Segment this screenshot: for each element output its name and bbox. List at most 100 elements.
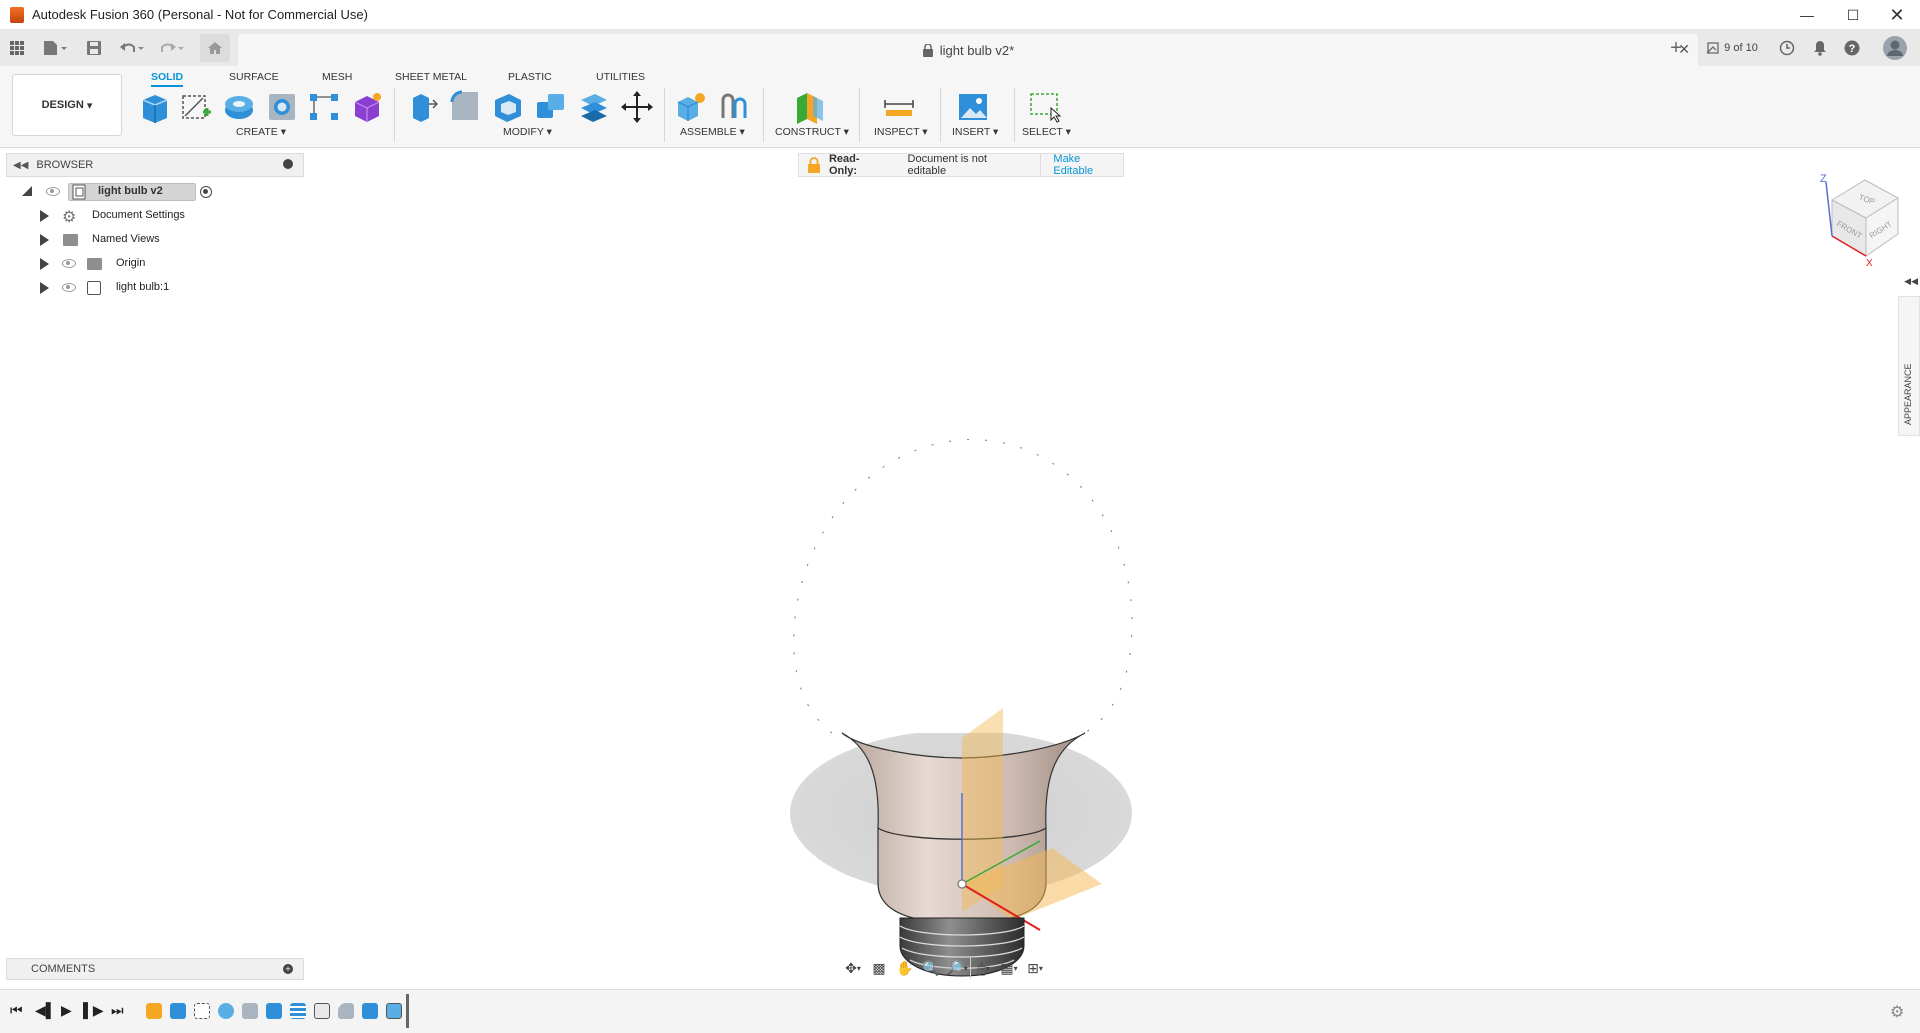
browser-item-document-settings[interactable]: ⚙ Document Settings (40, 205, 240, 227)
timeline-feature-extrude[interactable] (266, 1003, 282, 1019)
inspect-group-label[interactable]: INSPECT ▾ (874, 126, 928, 138)
ribbon-toolbar: DESIGN ▾ SOLID SURFACE MESH SHEET METAL … (0, 66, 1920, 148)
modify-group-label[interactable]: MODIFY ▾ (503, 126, 552, 138)
pan-hand-icon[interactable]: ✋ (892, 957, 918, 979)
revolve-tool-icon[interactable] (222, 90, 256, 124)
new-component-tool-icon[interactable] (674, 90, 708, 124)
collapse-browser-icon[interactable]: ◀◀ (13, 160, 28, 171)
browser-item-named-views[interactable]: Named Views (40, 229, 240, 251)
measure-tool-icon[interactable] (882, 90, 916, 124)
extrude-tool-icon[interactable] (137, 90, 171, 124)
timeline-settings-gear-icon[interactable]: ⚙ (1890, 1002, 1904, 1022)
help-icon[interactable]: ? (1842, 38, 1862, 58)
tab-utilities[interactable]: UTILITIES (596, 69, 645, 87)
minimize-button[interactable]: — (1784, 0, 1830, 30)
timeline-feature-split[interactable] (386, 1003, 402, 1019)
browser-panel-header[interactable]: ◀◀ BROWSER (6, 153, 304, 177)
redo-icon[interactable] (158, 38, 186, 58)
banner-divider (1040, 154, 1042, 176)
joint-tool-icon[interactable] (717, 90, 751, 124)
make-editable-link[interactable]: Make Editable (1053, 153, 1123, 177)
clock-icon[interactable] (1776, 38, 1798, 58)
activate-radio-icon[interactable] (200, 186, 212, 198)
new-tab-plus-icon[interactable]: + (1664, 36, 1688, 60)
add-comment-icon[interactable]: + (283, 964, 293, 974)
tab-plastic[interactable]: PLASTIC (508, 69, 552, 87)
file-menu-icon[interactable] (40, 38, 70, 58)
maximize-button[interactable]: ☐ (1830, 0, 1876, 30)
job-status-button[interactable]: 9 of 10 (1702, 38, 1762, 58)
rectangular-pattern-tool-icon[interactable] (307, 90, 341, 124)
browser-item-origin[interactable]: Origin (40, 253, 240, 275)
form-tool-icon[interactable] (350, 90, 384, 124)
combine-tool-icon[interactable] (534, 90, 568, 124)
press-pull-tool-icon[interactable] (405, 90, 439, 124)
grid-snaps-icon[interactable]: ▦ ▾ (996, 957, 1022, 979)
fit-zoom-icon[interactable]: 🔎 ▾ (944, 957, 970, 979)
tab-surface[interactable]: SURFACE (229, 69, 279, 87)
data-panel-grid-icon[interactable] (8, 38, 26, 58)
expand-triangle-icon[interactable] (40, 282, 49, 294)
timeline-marker[interactable] (406, 994, 409, 1028)
assemble-group-label[interactable]: ASSEMBLE ▾ (680, 126, 745, 138)
window-select-tool-icon[interactable] (1028, 90, 1062, 124)
visibility-eye-icon[interactable] (62, 283, 76, 292)
go-to-start-icon[interactable]: ⏮ (10, 1002, 23, 1019)
create-sketch-tool-icon[interactable] (179, 90, 213, 124)
browser-root-row[interactable]: light bulb v2 (20, 181, 212, 203)
user-avatar[interactable] (1882, 34, 1908, 62)
notifications-bell-icon[interactable] (1810, 38, 1830, 58)
visibility-eye-icon[interactable] (62, 259, 76, 268)
insert-canvas-tool-icon[interactable] (956, 90, 990, 124)
display-settings-icon[interactable]: 🖱 ▾ (970, 957, 996, 979)
home-icon[interactable] (200, 34, 230, 62)
timeline-feature-revolve[interactable] (218, 1003, 234, 1019)
viewports-icon[interactable]: ⊞ ▾ (1022, 957, 1048, 979)
timeline-feature-fillet[interactable] (338, 1003, 354, 1019)
timeline-feature-fillet[interactable] (242, 1003, 258, 1019)
go-to-end-icon[interactable]: ⏭ (111, 1002, 124, 1019)
expand-side-panel-icon[interactable]: ◀◀ (1904, 276, 1918, 287)
timeline-feature-coil[interactable] (290, 1003, 306, 1019)
hole-tool-icon[interactable] (265, 90, 299, 124)
shell-tool-icon[interactable] (491, 90, 525, 124)
timeline-feature-extrude[interactable] (362, 1003, 378, 1019)
select-group-label[interactable]: SELECT ▾ (1022, 126, 1071, 138)
orbit-icon[interactable]: ✥ ▾ (840, 957, 866, 979)
play-icon[interactable]: ▶ (61, 1002, 72, 1019)
timeline-feature-component[interactable] (146, 1003, 162, 1019)
timeline-feature-extrude[interactable] (170, 1003, 186, 1019)
timeline-feature-sketch[interactable] (194, 1003, 210, 1019)
browser-item-light-bulb-component[interactable]: light bulb:1 (40, 277, 240, 299)
insert-group-label[interactable]: INSERT ▾ (952, 126, 998, 138)
expanded-triangle-icon[interactable] (22, 186, 32, 196)
timeline-feature-shell[interactable] (314, 1003, 330, 1019)
tab-solid[interactable]: SOLID (151, 69, 184, 87)
save-icon[interactable] (84, 38, 104, 58)
close-window-button[interactable]: ✕ (1874, 0, 1920, 30)
comments-panel-header[interactable]: COMMENTS + (6, 958, 304, 980)
browser-pin-icon[interactable] (283, 159, 293, 169)
workspace-switcher[interactable]: DESIGN ▾ (12, 74, 122, 136)
fillet-tool-icon[interactable] (448, 90, 482, 124)
document-tab[interactable]: light bulb v2* ✕ (238, 34, 1698, 66)
step-forward-icon[interactable]: ▌▶ (83, 1002, 104, 1019)
undo-icon[interactable] (118, 38, 146, 58)
visibility-eye-icon[interactable] (46, 187, 60, 196)
tab-sheet-metal[interactable]: SHEET METAL (395, 69, 467, 87)
zoom-icon[interactable]: 🔍 (918, 957, 944, 979)
look-at-icon[interactable]: ▩ (866, 957, 892, 979)
move-copy-tool-icon[interactable] (620, 90, 654, 124)
create-group-label[interactable]: CREATE ▾ (236, 126, 286, 138)
offset-plane-tool-icon[interactable] (793, 90, 827, 124)
expand-triangle-icon[interactable] (40, 234, 49, 246)
construct-group-label[interactable]: CONSTRUCT ▾ (775, 126, 849, 138)
offset-face-tool-icon[interactable] (577, 90, 611, 124)
step-back-icon[interactable]: ◀▌ (35, 1002, 56, 1019)
3d-viewport[interactable] (0, 148, 1920, 983)
expand-triangle-icon[interactable] (40, 210, 49, 222)
appearance-side-tab[interactable]: APPEARANCE (1898, 296, 1920, 436)
expand-triangle-icon[interactable] (40, 258, 49, 270)
tab-mesh[interactable]: MESH (322, 69, 352, 87)
viewcube[interactable]: TOP FRONT RIGHT Z X (1810, 168, 1910, 269)
